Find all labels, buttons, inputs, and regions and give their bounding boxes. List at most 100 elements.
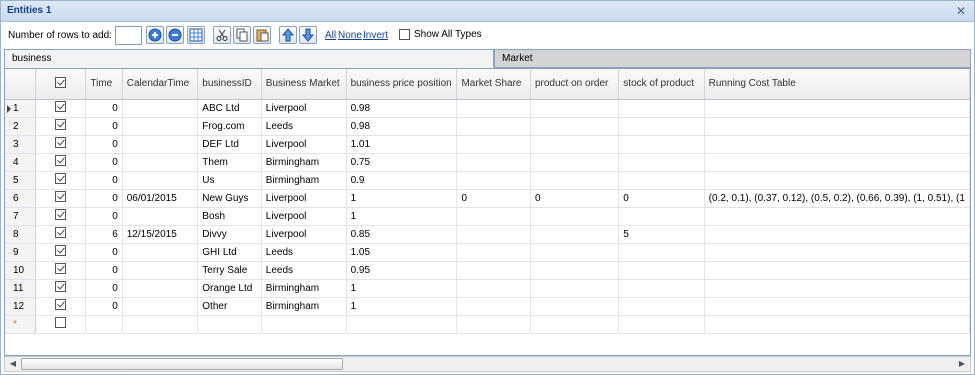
column-header[interactable]: Time (85, 69, 123, 100)
cell-market[interactable]: Liverpool (261, 189, 347, 208)
cut-button[interactable] (213, 26, 231, 44)
cell-order[interactable] (530, 297, 620, 316)
cell-cost[interactable] (704, 225, 970, 244)
header-checkbox[interactable] (55, 76, 67, 88)
cell-time[interactable]: 0 (85, 117, 123, 136)
cell-price[interactable]: 1 (346, 189, 458, 208)
cell-id[interactable]: ABC Ltd (197, 99, 262, 118)
cell-id[interactable]: Bosh (197, 207, 262, 226)
cell-time[interactable]: 0 (85, 189, 123, 208)
row-checkbox[interactable] (55, 191, 67, 202)
new-row-cell[interactable] (197, 315, 262, 334)
cell-share[interactable] (456, 135, 531, 154)
cell-cal[interactable] (122, 243, 199, 262)
new-row[interactable]: * (5, 315, 970, 334)
cell-share[interactable] (456, 171, 531, 190)
cell-cost[interactable] (704, 207, 970, 226)
cell-time[interactable]: 0 (85, 135, 123, 154)
cell-market[interactable]: Liverpool (261, 99, 347, 118)
cell-market[interactable]: Birmingham (261, 153, 347, 172)
column-header[interactable]: Market Share (456, 69, 531, 100)
tab-business[interactable]: business (4, 49, 494, 68)
cell-market[interactable]: Birmingham (261, 279, 347, 298)
cell-id[interactable]: New Guys (197, 189, 262, 208)
cell-order[interactable] (530, 207, 620, 226)
cell-cost[interactable] (704, 279, 970, 298)
cell-price[interactable]: 0.95 (346, 261, 458, 280)
cell-order[interactable] (530, 243, 620, 262)
row-select-cell[interactable] (35, 135, 87, 154)
close-icon[interactable]: ✕ (954, 4, 968, 18)
new-row-cell[interactable] (122, 315, 199, 334)
cell-stock[interactable] (618, 117, 705, 136)
table-row[interactable]: 5 0 Us Birmingham 0.9 (5, 171, 970, 190)
table-row[interactable]: 9 0 GHI Ltd Leeds 1.05 (5, 243, 970, 262)
cell-stock[interactable]: 5 (618, 225, 705, 244)
cell-time[interactable]: 0 (85, 279, 123, 298)
copy-button[interactable] (233, 26, 251, 44)
cell-price[interactable]: 1.05 (346, 243, 458, 262)
select-all-link[interactable]: All (325, 30, 336, 41)
new-row-cell[interactable] (346, 315, 458, 334)
row-checkbox[interactable] (55, 299, 67, 310)
tab-market[interactable]: Market (494, 49, 971, 68)
row-number[interactable]: 4 (5, 153, 36, 172)
row-number[interactable]: 7 (5, 207, 36, 226)
row-number[interactable]: 12 (5, 297, 36, 316)
cell-order[interactable] (530, 225, 620, 244)
row-number[interactable]: 5 (5, 171, 36, 190)
cell-cost[interactable] (704, 261, 970, 280)
add-rows-button[interactable] (146, 26, 164, 44)
cell-cost[interactable] (704, 99, 970, 118)
table-row[interactable]: 7 0 Bosh Liverpool 1 (5, 207, 970, 226)
cell-share[interactable] (456, 117, 531, 136)
cell-share[interactable] (456, 99, 531, 118)
cell-cal[interactable] (122, 261, 199, 280)
row-checkbox[interactable] (55, 227, 67, 238)
cell-price[interactable]: 0.98 (346, 117, 458, 136)
cell-cal[interactable] (122, 297, 199, 316)
cell-stock[interactable] (618, 279, 705, 298)
cell-price[interactable]: 1 (346, 207, 458, 226)
cell-id[interactable]: Orange Ltd (197, 279, 262, 298)
row-number[interactable]: 6 (5, 189, 36, 208)
cell-stock[interactable] (618, 171, 705, 190)
new-row-cell[interactable] (261, 315, 347, 334)
cell-cal[interactable] (122, 279, 199, 298)
row-select-cell[interactable] (35, 279, 87, 298)
table-row[interactable]: 3 0 DEF Ltd Liverpool 1.01 (5, 135, 970, 154)
column-header[interactable]: CalendarTime (122, 69, 199, 100)
cell-price[interactable]: 0.9 (346, 171, 458, 190)
cell-cost[interactable] (704, 171, 970, 190)
column-header[interactable]: businessID (197, 69, 262, 100)
row-checkbox[interactable] (55, 263, 67, 274)
cell-stock[interactable] (618, 99, 705, 118)
row-checkbox[interactable] (55, 119, 67, 130)
cell-price[interactable]: 0.85 (346, 225, 458, 244)
cell-cost[interactable]: (0.2, 0.1), (0.37, 0.12), (0.5, 0.2), (0… (704, 189, 970, 208)
cell-price[interactable]: 1.01 (346, 135, 458, 154)
table-row[interactable]: 6 0 06/01/2015 New Guys Liverpool 1 0 0 0 (0.2, 0… (5, 189, 970, 208)
cell-cost[interactable] (704, 135, 970, 154)
cell-order[interactable] (530, 135, 620, 154)
new-row-checkbox[interactable] (55, 317, 67, 328)
cell-cost[interactable] (704, 117, 970, 136)
table-row[interactable]: 8 6 12/15/2015 Divvy Liverpool 0.85 5 (5, 225, 970, 244)
column-header[interactable]: product on order (530, 69, 620, 100)
cell-time[interactable]: 0 (85, 297, 123, 316)
cell-market[interactable]: Liverpool (261, 135, 347, 154)
cell-cal[interactable] (122, 117, 199, 136)
cell-order[interactable] (530, 171, 620, 190)
new-row-select-cell[interactable] (35, 315, 87, 334)
row-number[interactable]: 11 (5, 279, 36, 298)
cell-market[interactable]: Leeds (261, 117, 347, 136)
cell-time[interactable]: 0 (85, 171, 123, 190)
cell-stock[interactable] (618, 297, 705, 316)
new-row-cell[interactable] (704, 315, 970, 334)
cell-market[interactable]: Leeds (261, 261, 347, 280)
row-select-cell[interactable] (35, 225, 87, 244)
grid-view-button[interactable] (187, 26, 205, 44)
cell-market[interactable]: Birmingham (261, 297, 347, 316)
cell-stock[interactable]: 0 (618, 189, 705, 208)
cell-id[interactable]: Divvy (197, 225, 262, 244)
